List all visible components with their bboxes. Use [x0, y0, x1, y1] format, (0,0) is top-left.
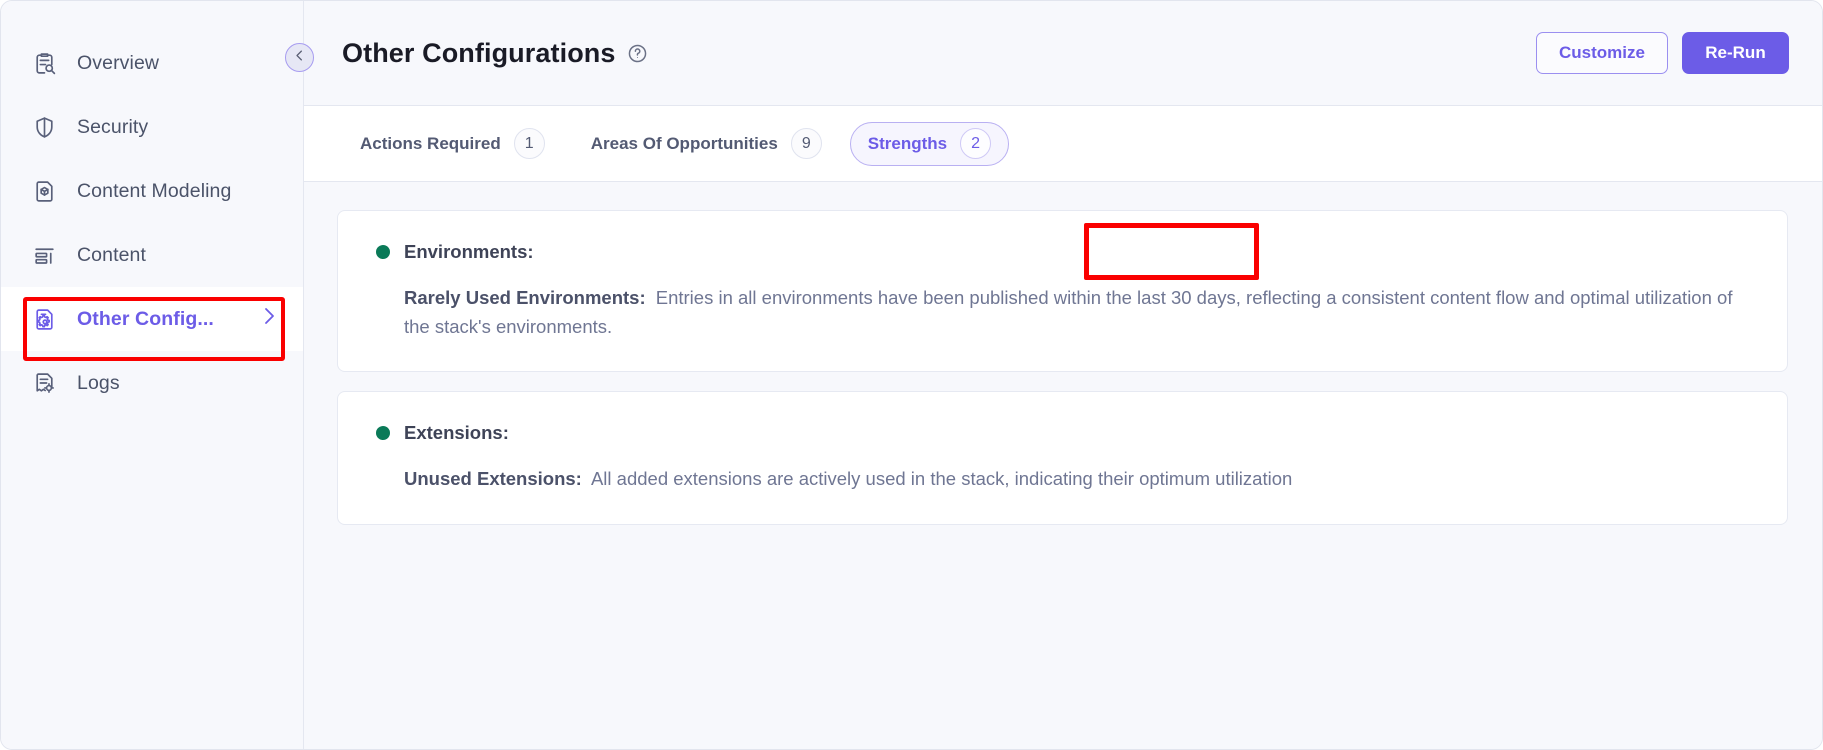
sidebar-item-other-config[interactable]: Other Config... [1, 287, 303, 351]
tab-strengths[interactable]: Strengths 2 [849, 121, 1010, 166]
sidebar-item-label: Overview [77, 51, 160, 74]
card-text: All added extensions are actively used i… [590, 468, 1293, 490]
logs-receipt-icon [31, 370, 57, 396]
tab-label: Actions Required [360, 133, 501, 153]
chevron-right-icon[interactable] [257, 304, 281, 334]
sidebar-item-logs[interactable]: Logs [1, 351, 303, 415]
sidebar-item-label: Security [77, 115, 149, 138]
sidebar-item-security[interactable]: Security [1, 95, 303, 159]
sidebar-item-content[interactable]: Content [1, 223, 303, 287]
strength-card-extensions: Extensions: Unused Extensions: All added… [337, 391, 1788, 526]
app-window: Overview Security Content Modeling Conte… [0, 0, 1823, 750]
card-lead: Unused Extensions: [404, 468, 582, 490]
chevron-left-icon [292, 48, 307, 68]
sidebar-item-label: Content Modeling [77, 179, 232, 202]
status-dot-icon [376, 245, 390, 259]
strength-card-environments: Environments: Rarely Used Environments: … [337, 210, 1788, 373]
card-header: Extensions: [376, 422, 1753, 444]
customize-button[interactable]: Customize [1536, 32, 1668, 74]
question-circle-icon[interactable] [627, 43, 648, 64]
title-group: Other Configurations [342, 38, 648, 69]
card-lead: Rarely Used Environments: [404, 287, 646, 308]
status-dot-icon [376, 426, 390, 441]
sidebar-nav-list: Overview Security Content Modeling Conte… [1, 31, 303, 415]
tab-actions-required[interactable]: Actions Required 1 [342, 122, 563, 166]
header-actions: Customize Re-Run [1536, 32, 1789, 74]
sidebar-item-content-modeling[interactable]: Content Modeling [1, 159, 303, 223]
card-body: Unused Extensions: All added extensions … [376, 465, 1753, 494]
card-body: Rarely Used Environments: Entries in all… [376, 284, 1753, 341]
strengths-content: Environments: Rarely Used Environments: … [304, 182, 1822, 749]
tab-label: Areas Of Opportunities [590, 133, 778, 153]
clipboard-search-icon [31, 50, 57, 76]
sidebar: Overview Security Content Modeling Conte… [1, 1, 304, 749]
content-list-icon [31, 242, 57, 268]
collapse-sidebar-button[interactable] [285, 43, 314, 72]
document-gear-icon [31, 306, 57, 332]
card-title: Environments: [404, 241, 534, 262]
tabs-bar: Actions Required 1 Areas Of Opportunitie… [304, 106, 1822, 280]
sidebar-item-overview[interactable]: Overview [1, 31, 303, 95]
card-header: Environments: [376, 241, 1753, 263]
sidebar-item-label: Content [77, 243, 146, 266]
shield-icon [31, 114, 57, 140]
sidebar-item-label: Logs [77, 371, 120, 394]
card-title: Extensions: [404, 422, 509, 444]
document-cube-icon [31, 178, 57, 204]
tab-count-badge: 1 [513, 128, 545, 159]
sidebar-item-label: Other Config... [77, 307, 214, 330]
main-panel: Other Configurations Customize Re-Run Ac… [285, 1, 1822, 749]
tab-areas-of-opportunities[interactable]: Areas Of Opportunities 9 [573, 122, 840, 166]
re-run-button[interactable]: Re-Run [1682, 32, 1789, 74]
tab-label: Strengths [867, 133, 948, 153]
tab-count-badge: 9 [790, 128, 822, 159]
page-header: Other Configurations Customize Re-Run [304, 1, 1822, 106]
tab-count-badge: 2 [960, 128, 992, 159]
page-title: Other Configurations [342, 37, 616, 68]
